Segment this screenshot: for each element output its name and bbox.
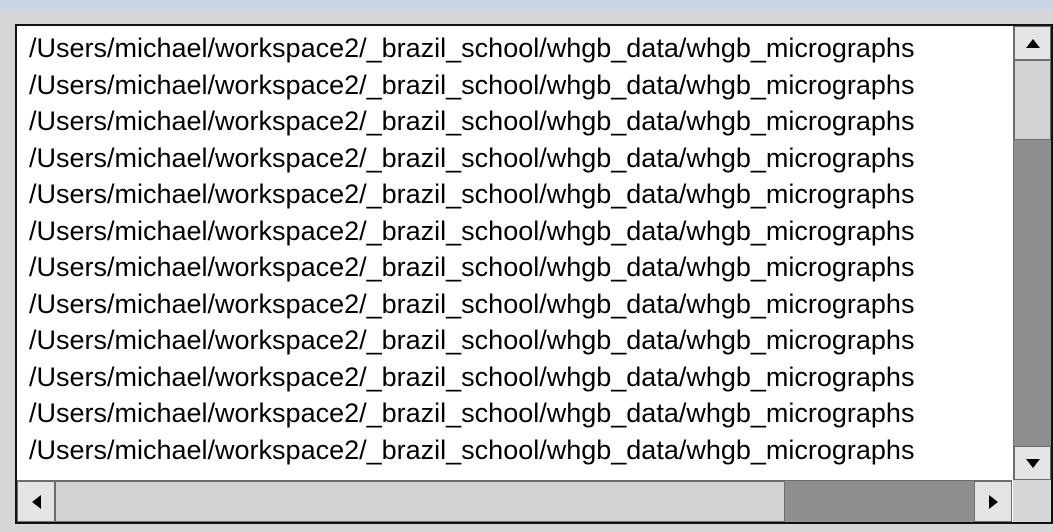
list-item[interactable]: /Users/michael/workspace2/_brazil_school… (17, 359, 1012, 396)
list-item[interactable]: /Users/michael/workspace2/_brazil_school… (17, 395, 1012, 432)
list-item[interactable]: /Users/michael/workspace2/_brazil_school… (17, 213, 1012, 250)
list-item[interactable]: /Users/michael/workspace2/_brazil_school… (17, 67, 1012, 104)
list-item[interactable]: /Users/michael/workspace2/_brazil_school… (17, 432, 1012, 469)
file-path-listbox[interactable]: /Users/michael/workspace2/_brazil_school… (15, 24, 1053, 524)
triangle-left-icon (31, 494, 41, 509)
scroll-down-button[interactable] (1014, 446, 1051, 480)
list-item[interactable]: /Users/michael/workspace2/_brazil_school… (17, 103, 1012, 140)
list-item[interactable]: /Users/michael/workspace2/_brazil_school… (17, 140, 1012, 177)
vertical-scrollbar[interactable] (1013, 26, 1051, 480)
triangle-down-icon (1025, 458, 1040, 468)
horizontal-scroll-thumb[interactable] (55, 481, 785, 522)
listbox-rows: /Users/michael/workspace2/_brazil_school… (17, 26, 1012, 480)
scroll-up-button[interactable] (1014, 26, 1051, 60)
scroll-left-button[interactable] (17, 481, 55, 522)
list-item[interactable]: /Users/michael/workspace2/_brazil_school… (17, 322, 1012, 359)
list-item[interactable]: /Users/michael/workspace2/_brazil_school… (17, 249, 1012, 286)
triangle-up-icon (1025, 38, 1040, 48)
horizontal-scrollbar[interactable] (17, 480, 1012, 522)
vertical-scroll-thumb[interactable] (1014, 60, 1051, 140)
scrollbar-corner (1013, 480, 1051, 522)
file-list-panel: /Users/michael/workspace2/_brazil_school… (0, 10, 1053, 532)
triangle-right-icon (988, 494, 998, 509)
scroll-right-button[interactable] (974, 481, 1012, 522)
list-item[interactable]: /Users/michael/workspace2/_brazil_school… (17, 30, 1012, 67)
list-item[interactable]: /Users/michael/workspace2/_brazil_school… (17, 176, 1012, 213)
list-item[interactable]: /Users/michael/workspace2/_brazil_school… (17, 286, 1012, 323)
